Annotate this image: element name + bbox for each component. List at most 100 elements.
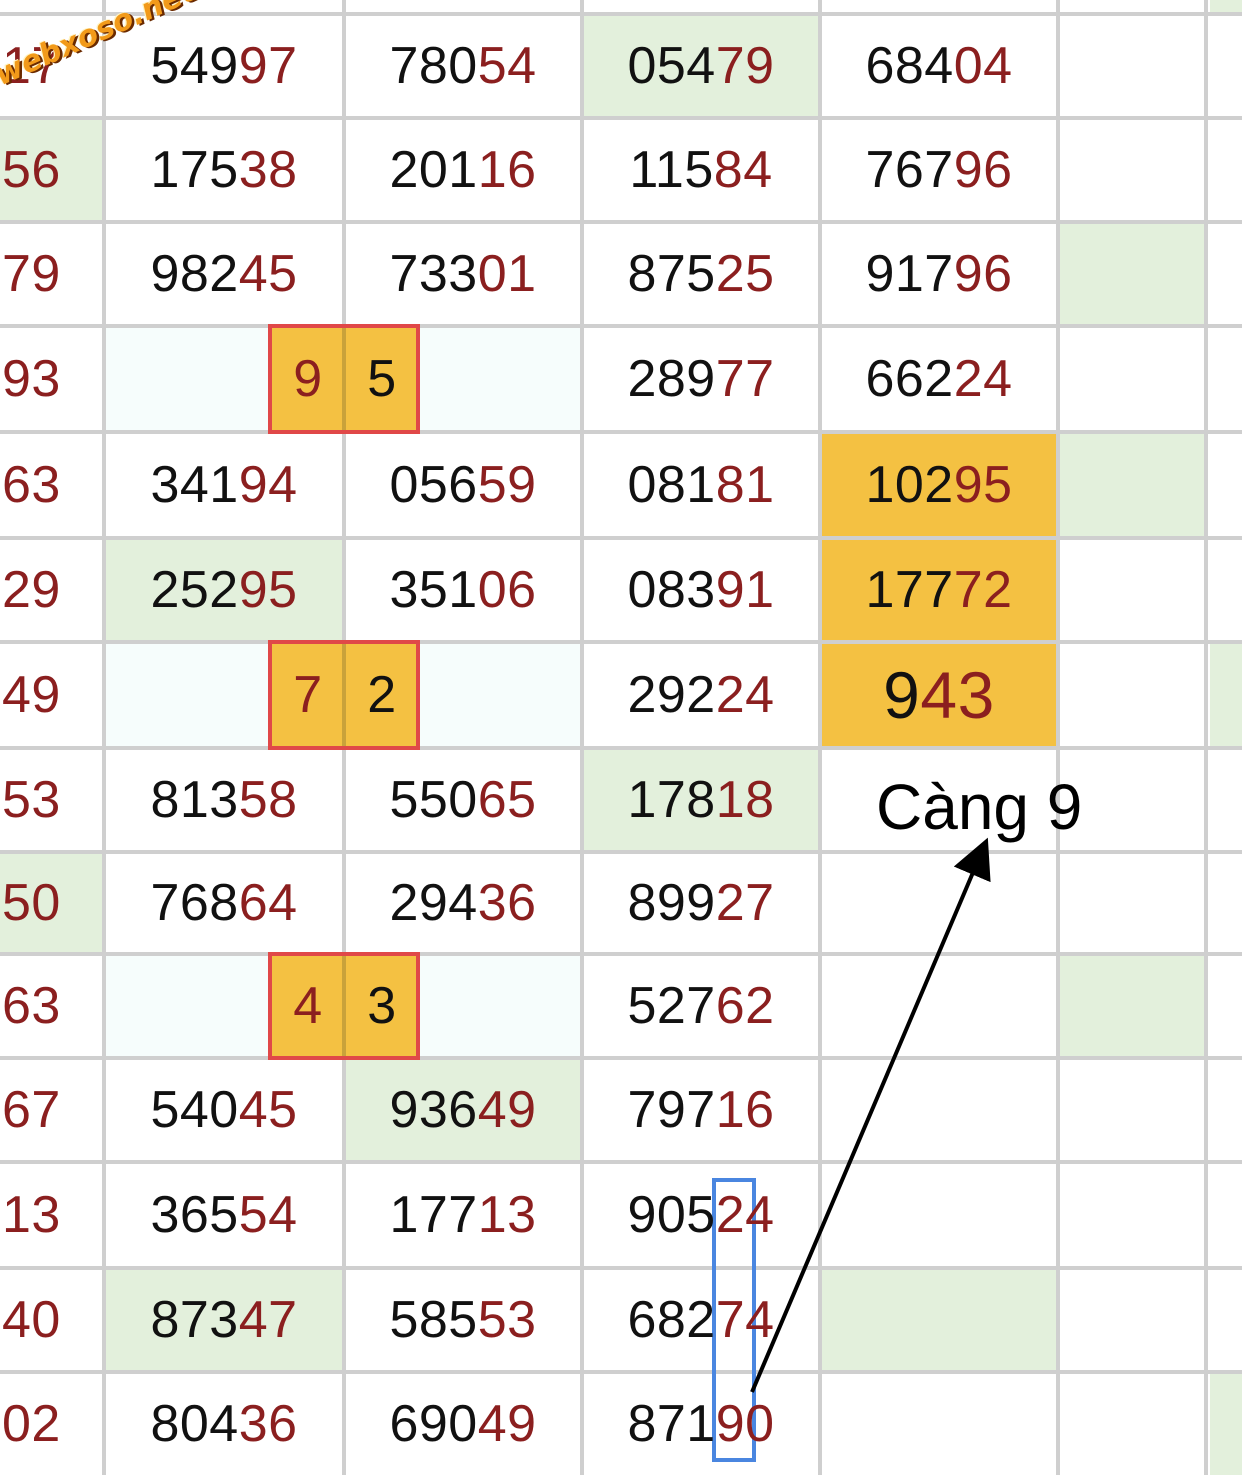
digits-prefix: 662: [865, 350, 954, 408]
result-cell: 899 27: [582, 852, 820, 954]
cell-text: 056 59: [344, 432, 582, 538]
digits-prefix: 875: [627, 245, 716, 303]
digits-suffix: 45: [238, 1081, 298, 1139]
digits-prefix: 178: [627, 771, 716, 829]
digits-suffix: 06: [477, 561, 537, 619]
cell-text: 2: [367, 666, 397, 724]
cell-text: 201 16: [344, 118, 582, 222]
digits-suffix: 24: [715, 1186, 775, 1244]
digits-suffix: 36: [238, 1394, 298, 1453]
result-cell: 351 06: [344, 538, 582, 642]
cell-text: 684 04: [820, 14, 1058, 118]
cell-text: 682 74: [582, 1268, 820, 1372]
split-digit: 4: [272, 954, 344, 1058]
highlight-cell: [820, 1268, 1058, 1372]
result-cell: 056 59: [344, 432, 582, 538]
cell-text: 341 94: [104, 432, 344, 538]
digits-prefix: 936: [389, 1081, 478, 1139]
cell-text: 9: [293, 350, 323, 408]
digits-prefix: 083: [627, 561, 716, 619]
digits-suffix: 54: [477, 37, 537, 95]
cell-text: 40: [2, 1291, 61, 1349]
digits-prefix: 294: [389, 874, 478, 932]
result-cell: 917 96: [820, 222, 1058, 326]
row-index: 93: [0, 326, 104, 432]
split-digit: 2: [346, 642, 418, 748]
digits-prefix: 175: [150, 141, 239, 199]
digits-prefix: 871: [627, 1394, 716, 1453]
digits-prefix: 054: [627, 37, 716, 95]
result-cell: 083 91: [582, 538, 820, 642]
row-index: 63: [0, 954, 104, 1058]
digits-suffix: 49: [477, 1081, 537, 1139]
split-digit: 5: [346, 326, 418, 432]
digits-suffix: 94: [238, 456, 298, 514]
result-cell: 365 54: [104, 1162, 344, 1268]
cell-text: 540 45: [104, 1058, 344, 1162]
result-cell: 294 36: [344, 852, 582, 954]
split-digit: 9: [272, 326, 344, 432]
digits-prefix: 684: [865, 37, 954, 95]
result-cell: 177 72: [820, 538, 1058, 642]
cell-text: 29: [2, 561, 61, 619]
cell-text: 9 43: [820, 642, 1058, 748]
digits-prefix: 767: [865, 141, 954, 199]
result-cell: 982 45: [104, 222, 344, 326]
row-index: 02: [0, 1372, 104, 1475]
result-cell: 292 24: [582, 642, 820, 748]
digits-suffix: 58: [238, 771, 298, 829]
digits-suffix: 16: [477, 141, 537, 199]
digits-suffix: 65: [477, 771, 537, 829]
cell-text: 936 49: [344, 1058, 582, 1162]
digits-suffix: 49: [477, 1394, 537, 1453]
digits-suffix: 45: [238, 245, 298, 303]
digits-prefix: 177: [865, 561, 954, 619]
digits-prefix: 252: [150, 561, 239, 619]
highlight-cell: [1058, 222, 1206, 326]
cell-text: 733 01: [344, 222, 582, 326]
digits-suffix: 16: [715, 1081, 775, 1139]
digits-suffix: 95: [238, 561, 298, 619]
cell-text: 252 95: [104, 538, 344, 642]
split-digit: 3: [346, 954, 418, 1058]
digits-suffix: 27: [715, 874, 775, 932]
digits-prefix: 813: [150, 771, 239, 829]
digits-prefix: 201: [389, 141, 478, 199]
cell-text: 054 79: [582, 14, 820, 118]
annotation-label: Càng 9: [876, 771, 1083, 843]
result-cell: 767 96: [820, 118, 1058, 222]
digits-suffix: 24: [715, 666, 775, 724]
digits-prefix: 102: [865, 456, 954, 514]
result-cell: 682 74: [582, 1268, 820, 1372]
digits-suffix: 36: [477, 874, 537, 932]
digits-suffix: 43: [920, 658, 995, 732]
digits-suffix: 72: [953, 561, 1013, 619]
row-index: 40: [0, 1268, 104, 1372]
cell-text: 982 45: [104, 222, 344, 326]
result-cell: 936 49: [344, 1058, 582, 1162]
cell-text: 53: [2, 771, 61, 829]
digits-suffix: 18: [715, 771, 775, 829]
highlight-cell: [1210, 1372, 1242, 1475]
result-cell: 175 38: [104, 118, 344, 222]
cell-text: 3: [367, 977, 397, 1035]
cell-text: 175 38: [104, 118, 344, 222]
digits-suffix: 96: [953, 245, 1013, 303]
digits-prefix: 9: [883, 658, 921, 732]
cell-text: 527 62: [582, 954, 820, 1058]
result-cell: 768 64: [104, 852, 344, 954]
cell-text: 768 64: [104, 852, 344, 954]
cell-text: 289 77: [582, 326, 820, 432]
digits-prefix: 733: [389, 245, 478, 303]
result-cell: 177 13: [344, 1162, 582, 1268]
cell-text: 780 54: [344, 14, 582, 118]
cell-text: 873 47: [104, 1268, 344, 1372]
result-cell: 178 18: [582, 748, 820, 852]
result-cell: 289 77: [582, 326, 820, 432]
digits-suffix: 24: [953, 350, 1013, 408]
cell-text: 63: [2, 456, 61, 514]
digits-prefix: 527: [627, 977, 716, 1035]
digits-suffix: 54: [238, 1186, 298, 1244]
digits-suffix: 74: [715, 1291, 775, 1349]
result-cell: 797 16: [582, 1058, 820, 1162]
